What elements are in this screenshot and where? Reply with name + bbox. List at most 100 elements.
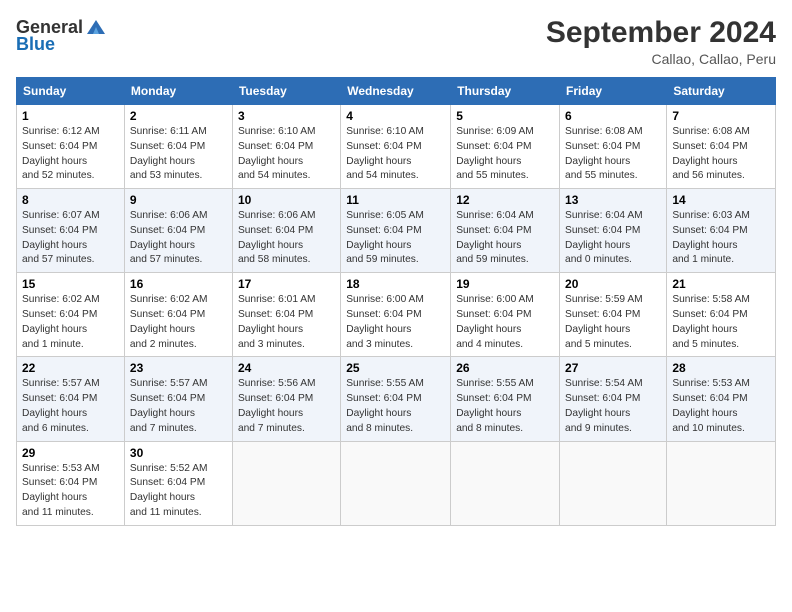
day-number: 17 — [238, 277, 335, 291]
calendar-header-row: SundayMondayTuesdayWednesdayThursdayFrid… — [17, 78, 776, 105]
calendar-cell: 21 Sunrise: 5:58 AMSunset: 6:04 PMDayligh… — [667, 273, 776, 357]
calendar-cell: 7 Sunrise: 6:08 AMSunset: 6:04 PMDaylight… — [667, 105, 776, 189]
day-info: Sunrise: 5:57 AMSunset: 6:04 PMDaylight … — [130, 378, 208, 433]
calendar-week-5: 29 Sunrise: 5:53 AMSunset: 6:04 PMDayligh… — [17, 441, 776, 525]
calendar-cell: 23 Sunrise: 5:57 AMSunset: 6:04 PMDayligh… — [124, 357, 232, 441]
day-info: Sunrise: 5:56 AMSunset: 6:04 PMDaylight … — [238, 378, 316, 433]
page: General Blue September 2024 Callao, Call… — [0, 0, 792, 612]
day-number: 19 — [456, 277, 554, 291]
day-number: 18 — [346, 277, 445, 291]
calendar-header-sunday: Sunday — [17, 78, 125, 105]
day-number: 2 — [130, 109, 227, 123]
calendar-cell: 2 Sunrise: 6:11 AMSunset: 6:04 PMDaylight… — [124, 105, 232, 189]
day-number: 4 — [346, 109, 445, 123]
day-number: 23 — [130, 361, 227, 375]
calendar-cell: 17Sunrise: 6:01 AMSunset: 6:04 PMDayligh… — [232, 273, 340, 357]
day-info: Sunrise: 6:03 AMSunset: 6:04 PMDaylight … — [672, 210, 750, 265]
day-info: Sunrise: 6:02 AMSunset: 6:04 PMDaylight … — [130, 294, 208, 349]
calendar-cell: 5 Sunrise: 6:09 AMSunset: 6:04 PMDaylight… — [451, 105, 560, 189]
day-info: Sunrise: 6:08 AMSunset: 6:04 PMDaylight … — [565, 126, 643, 181]
logo-blue: Blue — [16, 34, 55, 55]
day-info: Sunrise: 6:02 AMSunset: 6:04 PMDaylight … — [22, 294, 100, 349]
day-info: Sunrise: 5:54 AMSunset: 6:04 PMDaylight … — [565, 378, 643, 433]
day-info: Sunrise: 6:10 AMSunset: 6:04 PMDaylight … — [238, 126, 316, 181]
calendar-cell: 3 Sunrise: 6:10 AMSunset: 6:04 PMDaylight… — [232, 105, 340, 189]
calendar-cell: 26Sunrise: 5:55 AMSunset: 6:04 PMDayligh… — [451, 357, 560, 441]
day-info: Sunrise: 6:10 AMSunset: 6:04 PMDaylight … — [346, 126, 424, 181]
calendar-table: SundayMondayTuesdayWednesdayThursdayFrid… — [16, 77, 776, 526]
calendar-cell: 16 Sunrise: 6:02 AMSunset: 6:04 PMDayligh… — [124, 273, 232, 357]
calendar-cell — [560, 441, 667, 525]
calendar-cell: 20 Sunrise: 5:59 AMSunset: 6:04 PMDayligh… — [560, 273, 667, 357]
calendar-cell: 14 Sunrise: 6:03 AMSunset: 6:04 PMDayligh… — [667, 189, 776, 273]
calendar-cell: 4 Sunrise: 6:10 AMSunset: 6:04 PMDaylight… — [341, 105, 451, 189]
logo-icon — [85, 16, 107, 38]
day-info: Sunrise: 6:09 AMSunset: 6:04 PMDaylight … — [456, 126, 534, 181]
day-info: Sunrise: 6:05 AMSunset: 6:04 PMDaylight … — [346, 210, 424, 265]
day-number: 20 — [565, 277, 661, 291]
day-number: 22 — [22, 361, 119, 375]
day-number: 7 — [672, 109, 770, 123]
day-info: Sunrise: 5:58 AMSunset: 6:04 PMDaylight … — [672, 294, 750, 349]
day-number: 6 — [565, 109, 661, 123]
day-info: Sunrise: 6:11 AMSunset: 6:04 PMDaylight … — [130, 126, 207, 181]
day-number: 29 — [22, 446, 119, 460]
calendar-cell: 15 Sunrise: 6:02 AMSunset: 6:04 PMDayligh… — [17, 273, 125, 357]
day-info: Sunrise: 6:04 AMSunset: 6:04 PMDaylight … — [456, 210, 534, 265]
day-number: 10 — [238, 193, 335, 207]
day-info: Sunrise: 6:12 AMSunset: 6:04 PMDaylight … — [22, 126, 100, 181]
day-number: 5 — [456, 109, 554, 123]
calendar-cell: 25Sunrise: 5:55 AMSunset: 6:04 PMDayligh… — [341, 357, 451, 441]
day-number: 1 — [22, 109, 119, 123]
day-number: 15 — [22, 277, 119, 291]
day-info: Sunrise: 5:53 AMSunset: 6:04 PMDaylight … — [22, 463, 100, 518]
day-number: 11 — [346, 193, 445, 207]
calendar-cell: 29 Sunrise: 5:53 AMSunset: 6:04 PMDayligh… — [17, 441, 125, 525]
day-info: Sunrise: 5:59 AMSunset: 6:04 PMDaylight … — [565, 294, 643, 349]
day-number: 14 — [672, 193, 770, 207]
calendar-week-1: 1 Sunrise: 6:12 AMSunset: 6:04 PMDaylight… — [17, 105, 776, 189]
day-info: Sunrise: 6:00 AMSunset: 6:04 PMDaylight … — [346, 294, 424, 349]
day-info: Sunrise: 6:08 AMSunset: 6:04 PMDaylight … — [672, 126, 750, 181]
calendar-header-thursday: Thursday — [451, 78, 560, 105]
logo: General Blue — [16, 16, 107, 55]
day-number: 27 — [565, 361, 661, 375]
calendar-cell: 9Sunrise: 6:06 AMSunset: 6:04 PMDaylight… — [124, 189, 232, 273]
day-info: Sunrise: 5:53 AMSunset: 6:04 PMDaylight … — [672, 378, 750, 433]
calendar-cell: 24 Sunrise: 5:56 AMSunset: 6:04 PMDayligh… — [232, 357, 340, 441]
location-title: Callao, Callao, Peru — [546, 51, 776, 67]
calendar-cell — [341, 441, 451, 525]
day-number: 3 — [238, 109, 335, 123]
day-number: 8 — [22, 193, 119, 207]
title-block: September 2024 Callao, Callao, Peru — [546, 16, 776, 67]
calendar-week-2: 8 Sunrise: 6:07 AMSunset: 6:04 PMDaylight… — [17, 189, 776, 273]
day-number: 21 — [672, 277, 770, 291]
calendar-header-monday: Monday — [124, 78, 232, 105]
calendar-header-wednesday: Wednesday — [341, 78, 451, 105]
calendar-week-3: 15 Sunrise: 6:02 AMSunset: 6:04 PMDayligh… — [17, 273, 776, 357]
day-info: Sunrise: 6:06 AMSunset: 6:04 PMDaylight … — [238, 210, 316, 265]
calendar-cell: 6 Sunrise: 6:08 AMSunset: 6:04 PMDaylight… — [560, 105, 667, 189]
day-info: Sunrise: 6:00 AMSunset: 6:04 PMDaylight … — [456, 294, 534, 349]
day-info: Sunrise: 6:04 AMSunset: 6:04 PMDaylight … — [565, 210, 643, 265]
day-number: 24 — [238, 361, 335, 375]
calendar-cell — [451, 441, 560, 525]
calendar-cell: 11 Sunrise: 6:05 AMSunset: 6:04 PMDayligh… — [341, 189, 451, 273]
day-number: 30 — [130, 446, 227, 460]
calendar-cell: 18 Sunrise: 6:00 AMSunset: 6:04 PMDayligh… — [341, 273, 451, 357]
calendar-header-tuesday: Tuesday — [232, 78, 340, 105]
calendar-cell: 10 Sunrise: 6:06 AMSunset: 6:04 PMDayligh… — [232, 189, 340, 273]
day-info: Sunrise: 5:57 AMSunset: 6:04 PMDaylight … — [22, 378, 100, 433]
calendar-cell — [232, 441, 340, 525]
day-number: 16 — [130, 277, 227, 291]
day-number: 13 — [565, 193, 661, 207]
day-info: Sunrise: 6:07 AMSunset: 6:04 PMDaylight … — [22, 210, 100, 265]
day-number: 12 — [456, 193, 554, 207]
calendar-cell: 12 Sunrise: 6:04 AMSunset: 6:04 PMDayligh… — [451, 189, 560, 273]
month-title: September 2024 — [546, 16, 776, 49]
calendar-cell — [667, 441, 776, 525]
day-number: 25 — [346, 361, 445, 375]
calendar-cell: 1 Sunrise: 6:12 AMSunset: 6:04 PMDaylight… — [17, 105, 125, 189]
calendar-header-saturday: Saturday — [667, 78, 776, 105]
day-info: Sunrise: 5:55 AMSunset: 6:04 PMDaylight … — [456, 378, 534, 433]
